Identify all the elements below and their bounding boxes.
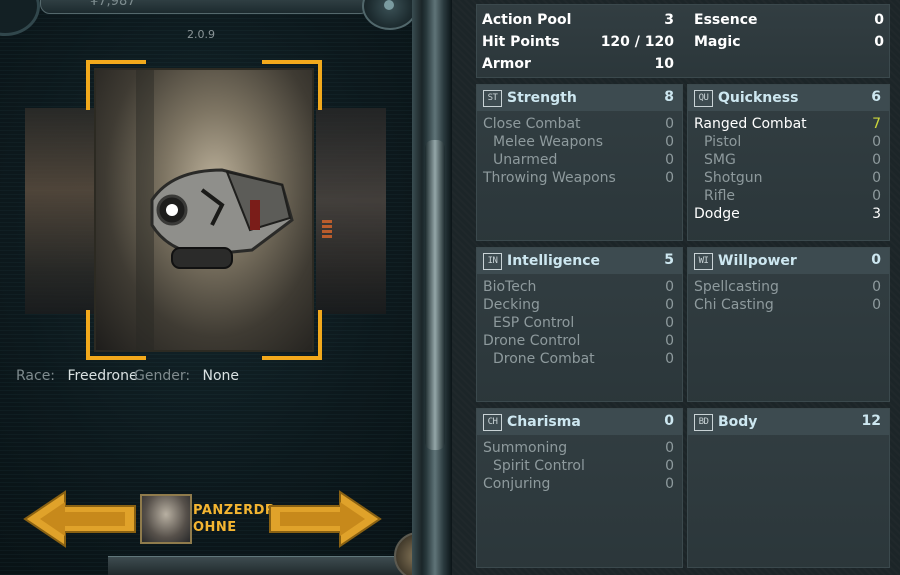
attribute-value: 12 bbox=[861, 413, 881, 429]
character-selector: PANZERDR OHNE bbox=[20, 488, 385, 550]
money-readout: ¥7,987 bbox=[90, 0, 136, 9]
attribute-header[interactable]: IN Intelligence 5 bbox=[477, 248, 682, 274]
skill-chi-casting[interactable]: Chi Casting 0 bbox=[694, 296, 881, 314]
character-portrait-panel: ¥7,987 2.0.9 Race: Freedrone Gender: Non… bbox=[0, 0, 448, 575]
skill-list: Spellcasting 0 Chi Casting 0 bbox=[694, 278, 881, 314]
stat-action-pool: Action Pool 3 bbox=[482, 12, 674, 28]
skill-pistol[interactable]: Pistol 0 bbox=[694, 133, 881, 151]
bottom-frame bbox=[108, 556, 408, 575]
arrow-left-icon[interactable] bbox=[20, 488, 140, 550]
selected-character-thumbnail[interactable] bbox=[140, 494, 192, 544]
race-info: Race: Freedrone bbox=[16, 368, 138, 384]
race-label: Race: bbox=[16, 368, 56, 384]
attribute-charisma: CH Charisma 0 Summoning 0 Spirit Control 0… bbox=[476, 408, 683, 568]
attribute-body: BD Body 12 bbox=[687, 408, 890, 568]
attribute-header[interactable]: CH Charisma 0 bbox=[477, 409, 682, 435]
stat-essence: Essence 0 bbox=[694, 12, 884, 28]
skill-biotech[interactable]: BioTech 0 bbox=[483, 278, 674, 296]
skill-ranged-combat[interactable]: Ranged Combat 7 bbox=[694, 115, 881, 133]
strength-badge-icon: ST bbox=[483, 89, 502, 107]
skill-summoning[interactable]: Summoning 0 bbox=[483, 439, 674, 457]
arrow-right-icon[interactable] bbox=[265, 488, 385, 550]
attribute-value: 0 bbox=[664, 413, 674, 429]
skill-dodge[interactable]: Dodge 3 bbox=[694, 205, 881, 223]
attribute-name: Body bbox=[718, 414, 758, 430]
attribute-name: Strength bbox=[507, 90, 577, 106]
attribute-name: Quickness bbox=[718, 90, 799, 106]
skill-list: Close Combat 0 Melee Weapons 0 Unarmed 0 Th… bbox=[483, 115, 674, 187]
skill-throwing-weapons[interactable]: Throwing Weapons 0 bbox=[483, 169, 674, 187]
drone-portrait-icon bbox=[150, 168, 294, 269]
attribute-header[interactable]: ST Strength 8 bbox=[477, 85, 682, 111]
skill-close-combat[interactable]: Close Combat 0 bbox=[483, 115, 674, 133]
skill-smg[interactable]: SMG 0 bbox=[694, 151, 881, 169]
attribute-intelligence: IN Intelligence 5 BioTech 0 Decking 0 ESP … bbox=[476, 247, 683, 402]
attribute-value: 0 bbox=[871, 252, 881, 268]
portrait-frame bbox=[86, 60, 322, 360]
stat-magic: Magic 0 bbox=[694, 34, 884, 50]
attribute-willpower: WI Willpower 0 Spellcasting 0 Chi Casting… bbox=[687, 247, 890, 402]
skill-shotgun[interactable]: Shotgun 0 bbox=[694, 169, 881, 187]
race-value: Freedrone bbox=[67, 368, 138, 384]
skill-rifle[interactable]: Rifle 0 bbox=[694, 187, 881, 205]
skill-drone-combat[interactable]: Drone Combat 0 bbox=[483, 350, 674, 368]
gender-value: None bbox=[202, 368, 240, 384]
skill-list: Ranged Combat 7 Pistol 0 SMG 0 Shotgun 0 Rif… bbox=[694, 115, 881, 223]
attribute-header[interactable]: QU Quickness 6 bbox=[688, 85, 889, 111]
body-badge-icon: BD bbox=[694, 413, 713, 431]
skill-decking[interactable]: Decking 0 bbox=[483, 296, 674, 314]
attribute-quickness: QU Quickness 6 Ranged Combat 7 Pistol 0 SM… bbox=[687, 84, 890, 241]
attribute-name: Charisma bbox=[507, 414, 581, 430]
skill-melee-weapons[interactable]: Melee Weapons 0 bbox=[483, 133, 674, 151]
attribute-name: Intelligence bbox=[507, 253, 601, 269]
attribute-value: 5 bbox=[664, 252, 674, 268]
stat-armor: Armor 10 bbox=[482, 56, 674, 72]
skill-esp-control[interactable]: ESP Control 0 bbox=[483, 314, 674, 332]
next-portrait-preview[interactable] bbox=[316, 108, 386, 314]
willpower-badge-icon: WI bbox=[694, 252, 713, 270]
skill-list: BioTech 0 Decking 0 ESP Control 0 Drone Con… bbox=[483, 278, 674, 368]
attribute-header[interactable]: WI Willpower 0 bbox=[688, 248, 889, 274]
skill-drone-control[interactable]: Drone Control 0 bbox=[483, 332, 674, 350]
attribute-name: Willpower bbox=[718, 253, 797, 269]
skill-conjuring[interactable]: Conjuring 0 bbox=[483, 475, 674, 493]
skill-list: Summoning 0 Spirit Control 0 Conjuring 0 bbox=[483, 439, 674, 493]
skill-spirit-control[interactable]: Spirit Control 0 bbox=[483, 457, 674, 475]
gender-info: Gender: None bbox=[134, 368, 239, 384]
summary-stats: Action Pool 3 Hit Points 120 / 120 Armor… bbox=[476, 4, 890, 78]
intelligence-badge-icon: IN bbox=[483, 252, 502, 270]
charisma-badge-icon: CH bbox=[483, 413, 502, 431]
skill-unarmed[interactable]: Unarmed 0 bbox=[483, 151, 674, 169]
skill-spellcasting[interactable]: Spellcasting 0 bbox=[694, 278, 881, 296]
previous-portrait-preview[interactable] bbox=[25, 108, 95, 314]
attribute-header[interactable]: BD Body 12 bbox=[688, 409, 889, 435]
attribute-strength: ST Strength 8 Close Combat 0 Melee Weapon… bbox=[476, 84, 683, 241]
attribute-value: 8 bbox=[664, 89, 674, 105]
stat-hit-points: Hit Points 120 / 120 bbox=[482, 34, 674, 50]
character-stats-panel: Action Pool 3 Hit Points 120 / 120 Armor… bbox=[452, 0, 900, 575]
version-label: 2.0.9 bbox=[187, 28, 215, 41]
quickness-badge-icon: QU bbox=[694, 89, 713, 107]
attribute-value: 6 bbox=[871, 89, 881, 105]
panel-divider bbox=[412, 0, 452, 575]
gender-label: Gender: bbox=[134, 368, 191, 384]
